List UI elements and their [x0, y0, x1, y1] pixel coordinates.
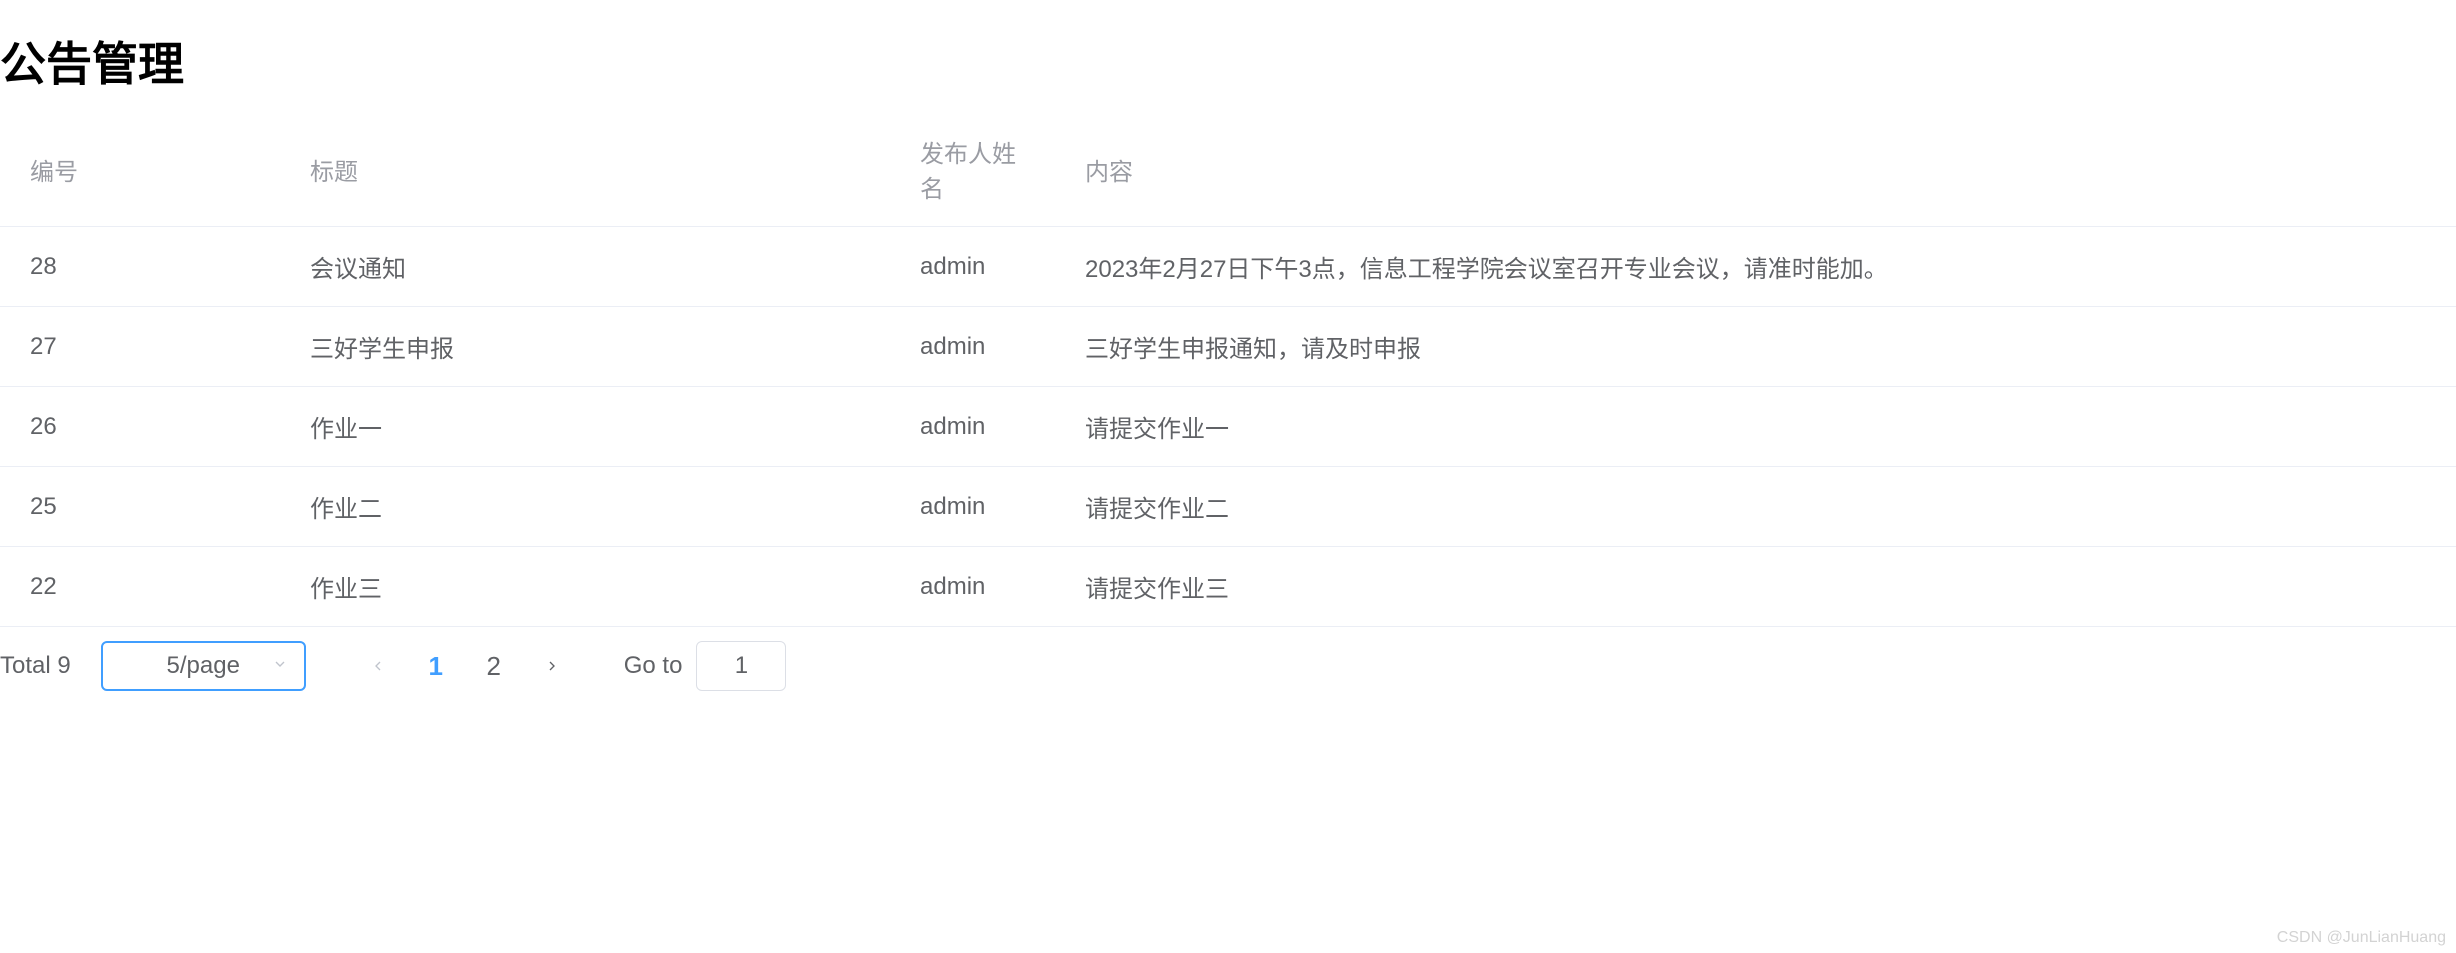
watermark: CSDN @JunLianHuang — [2277, 929, 2446, 947]
page-size-select[interactable]: 5/page — [101, 641, 306, 691]
cell-publisher: admin — [890, 467, 1055, 547]
cell-content: 请提交作业一 — [1055, 387, 2456, 467]
table-row[interactable]: 25作业二admin请提交作业二 — [0, 467, 2456, 547]
goto-label: Go to — [624, 652, 683, 680]
cell-title: 作业三 — [280, 547, 890, 627]
column-header-id: 编号 — [0, 112, 280, 227]
cell-id: 26 — [0, 387, 280, 467]
table-row[interactable]: 27三好学生申报admin三好学生申报通知，请及时申报 — [0, 307, 2456, 387]
column-header-content: 内容 — [1055, 112, 2456, 227]
cell-publisher: admin — [890, 227, 1055, 307]
chevron-right-icon — [544, 658, 560, 674]
cell-id: 22 — [0, 547, 280, 627]
cell-content: 请提交作业三 — [1055, 547, 2456, 627]
pager-page-1[interactable]: 1 — [414, 644, 458, 688]
pager-next-button[interactable] — [530, 644, 574, 688]
table-row[interactable]: 28会议通知admin2023年2月27日下午3点，信息工程学院会议室召开专业会… — [0, 227, 2456, 307]
cell-publisher: admin — [890, 307, 1055, 387]
cell-id: 28 — [0, 227, 280, 307]
column-header-publisher: 发布人姓名 — [890, 112, 1055, 227]
cell-title: 作业一 — [280, 387, 890, 467]
cell-id: 25 — [0, 467, 280, 547]
pager-page-2[interactable]: 2 — [472, 644, 516, 688]
chevron-left-icon — [370, 658, 386, 674]
cell-title: 会议通知 — [280, 227, 890, 307]
cell-id: 27 — [0, 307, 280, 387]
pager: 12 — [356, 644, 574, 688]
column-header-title: 标题 — [280, 112, 890, 227]
pagination: Total 9 5/page 12 Go to — [0, 627, 2456, 705]
table-row[interactable]: 22作业三admin请提交作业三 — [0, 547, 2456, 627]
chevron-down-icon — [272, 656, 288, 677]
page-title: 公告管理 — [0, 0, 2456, 112]
cell-title: 三好学生申报 — [280, 307, 890, 387]
pagination-total: Total 9 — [0, 652, 71, 680]
cell-publisher: admin — [890, 547, 1055, 627]
table-header-row: 编号 标题 发布人姓名 内容 — [0, 112, 2456, 227]
cell-content: 2023年2月27日下午3点，信息工程学院会议室召开专业会议，请准时能加。 — [1055, 227, 2456, 307]
cell-content: 三好学生申报通知，请及时申报 — [1055, 307, 2456, 387]
pager-prev-button[interactable] — [356, 644, 400, 688]
goto-wrapper: Go to — [624, 641, 787, 691]
page-size-label: 5/page — [167, 652, 240, 680]
goto-input[interactable] — [696, 641, 786, 691]
table-row[interactable]: 26作业一admin请提交作业一 — [0, 387, 2456, 467]
cell-publisher: admin — [890, 387, 1055, 467]
announcement-table: 编号 标题 发布人姓名 内容 28会议通知admin2023年2月27日下午3点… — [0, 112, 2456, 627]
cell-title: 作业二 — [280, 467, 890, 547]
cell-content: 请提交作业二 — [1055, 467, 2456, 547]
